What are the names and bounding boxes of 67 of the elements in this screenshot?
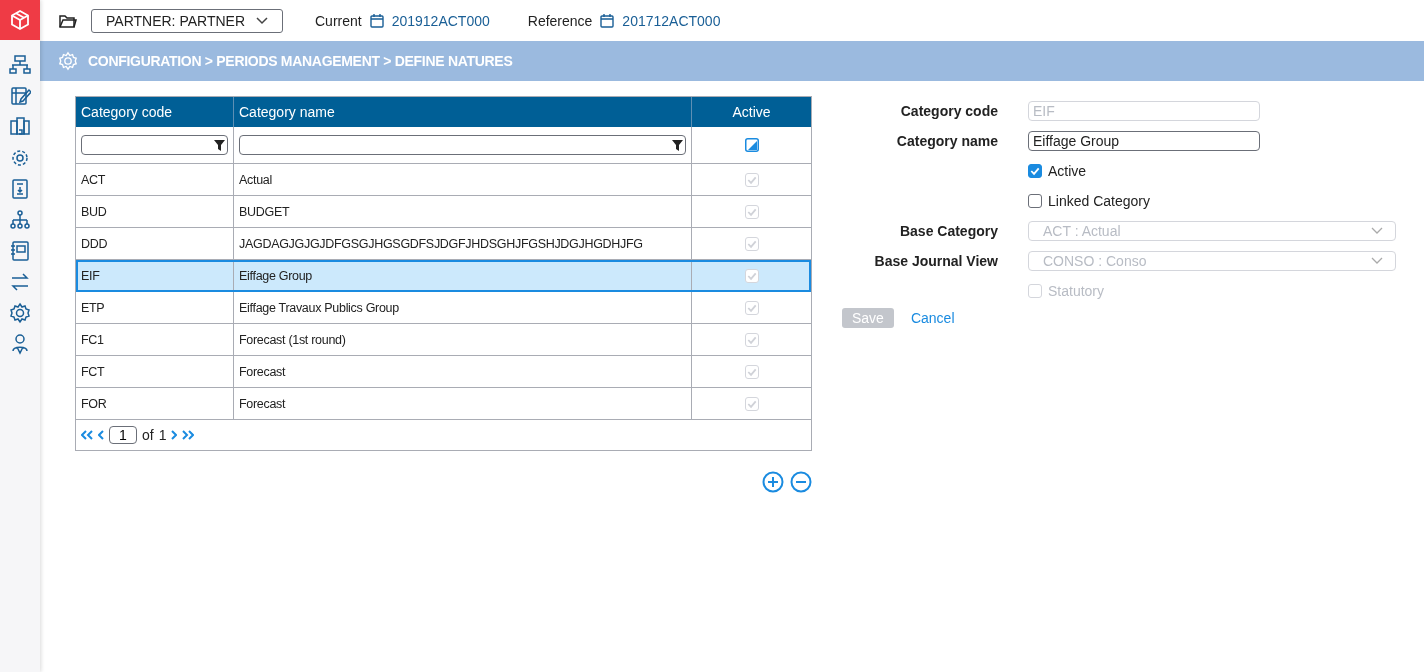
field-label: Category code (900, 103, 998, 119)
settings-icon (58, 51, 78, 71)
edit-icon[interactable] (9, 85, 31, 107)
table-cell: Actual (233, 164, 691, 195)
checkbox-label: Active (1048, 163, 1087, 179)
field-label: Category name (896, 133, 998, 149)
table-cell: Forecast (233, 356, 691, 387)
tree-icon[interactable] (9, 209, 31, 231)
filter-field[interactable] (81, 135, 228, 155)
folder-icon[interactable] (59, 12, 77, 29)
table-cell: Forecast (233, 388, 691, 419)
buildings-icon[interactable] (9, 116, 31, 138)
table-cell-text: BUD (80, 203, 108, 221)
table-cell: Forecast (1st round) (233, 324, 691, 355)
checkbox[interactable] (1028, 164, 1042, 178)
logo-icon[interactable] (0, 0, 40, 40)
table-cell-text: FOR (80, 395, 108, 413)
last-page-icon[interactable] (182, 430, 195, 440)
tri-state-checkbox[interactable] (744, 138, 759, 152)
document-icon[interactable] (9, 178, 31, 200)
field-label: Base Journal View (874, 253, 998, 269)
caret-icon (256, 16, 268, 25)
table-cell-text: EIF (80, 267, 101, 285)
field-label: Base Category (899, 223, 998, 239)
notebook-icon[interactable] (9, 240, 31, 262)
text-field[interactable]: Eiffage Group (1028, 131, 1260, 151)
table-cell: JAGDAGJGJGJDFGSGJHGSGDFSJDGFJHDSGHJFGSHJDGJHGDHJFG (233, 228, 691, 259)
transfer-icon[interactable] (9, 271, 31, 293)
checkbox-label: Linked Category (1048, 193, 1150, 209)
previous-page-icon[interactable] (98, 430, 104, 440)
column-header[interactable]: Active (691, 97, 811, 127)
cancel-link[interactable]: Cancel (910, 310, 955, 326)
table-cell-text: ACT (80, 171, 107, 189)
breadcrumb: CONFIGURATION > PERIODS MANAGEMENT > DEFINE NATURES (88, 53, 513, 69)
caret-icon (1371, 257, 1383, 265)
caret-icon (1371, 227, 1383, 235)
calendar-icon (600, 13, 615, 28)
filter-field[interactable] (239, 135, 686, 155)
current-label: Current (315, 12, 362, 29)
calendar-icon (369, 13, 384, 28)
page-field[interactable]: 1 (109, 426, 137, 444)
hierarchy-icon[interactable] (9, 54, 31, 76)
current-period-link[interactable]: 201912ACT000 (391, 12, 490, 29)
table-cell-text: DDD (80, 235, 109, 253)
table-cell-text: FC1 (80, 331, 105, 349)
filter-icon[interactable] (672, 139, 683, 151)
add-icon[interactable] (762, 471, 784, 493)
page-total: 1 (158, 427, 167, 443)
page-of-label: of (142, 427, 154, 443)
column-header[interactable]: Category code (76, 97, 233, 127)
reference-period-link[interactable]: 201712ACT000 (622, 12, 721, 29)
checkbox-label: Statutory (1048, 283, 1105, 299)
user-icon[interactable] (9, 333, 31, 355)
next-page-icon[interactable] (171, 430, 178, 440)
remove-icon[interactable] (790, 471, 812, 493)
column-header[interactable]: Category name (233, 97, 691, 127)
table-cell: BUDGET (233, 196, 691, 227)
table-cell: Eiffage Group (233, 260, 691, 291)
filter-icon[interactable] (214, 139, 225, 151)
first-page-icon[interactable] (81, 430, 93, 440)
reference-label: Reference (527, 12, 593, 29)
table-cell-text: FCT (80, 363, 106, 381)
table-cell: Eiffage Travaux Publics Group (233, 292, 691, 323)
table-cell-text: ETP (80, 299, 106, 317)
checkbox[interactable] (1028, 194, 1042, 208)
partner-dropdown[interactable]: PARTNER: PARTNER (91, 8, 283, 33)
settings-icon[interactable] (9, 302, 31, 324)
